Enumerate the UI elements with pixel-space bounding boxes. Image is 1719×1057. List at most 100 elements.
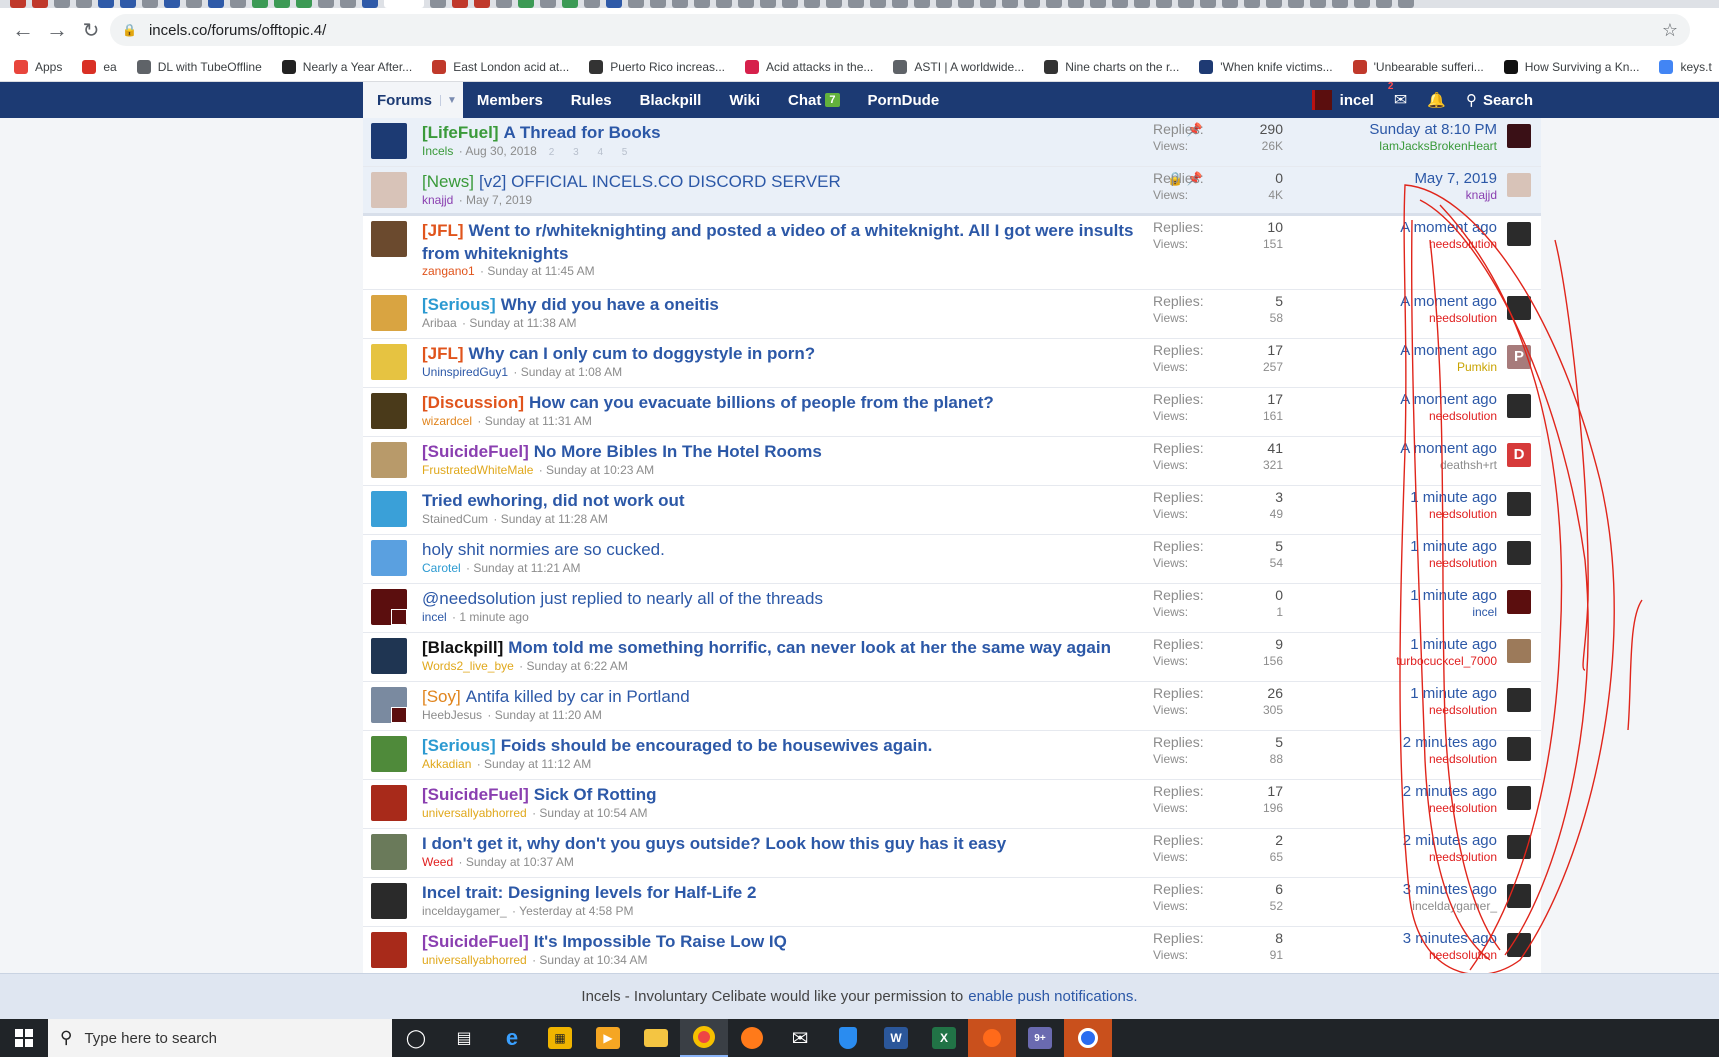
thread-prefix[interactable]: [JFL]	[422, 221, 464, 240]
thread-title[interactable]: Incel trait: Designing levels for Half-L…	[422, 881, 1142, 904]
excel-icon[interactable]: X	[920, 1019, 968, 1057]
thread-start-date[interactable]: May 7, 2019	[466, 193, 532, 207]
last-post-user[interactable]: needsolution	[1237, 850, 1497, 864]
last-post-user[interactable]: needsolution	[1237, 409, 1497, 423]
thread-page-links[interactable]: 2 3 4 5	[549, 147, 636, 158]
last-post-user[interactable]: needsolution	[1237, 237, 1497, 251]
taskbar-search-box[interactable]: ⚲ Type here to search	[48, 1019, 392, 1057]
thread-author[interactable]: HeebJesus	[422, 708, 482, 722]
thread-prefix[interactable]: [Serious]	[422, 295, 496, 314]
thread-prefix[interactable]: [SuicideFuel]	[422, 442, 529, 461]
avatar[interactable]	[371, 442, 407, 478]
reload-icon[interactable]: ↻	[74, 13, 108, 47]
last-post-user[interactable]: incel	[1237, 605, 1497, 619]
last-poster-avatar[interactable]	[1507, 688, 1531, 712]
nav-tab-porndude[interactable]: PornDude	[854, 82, 954, 118]
avatar[interactable]	[371, 221, 407, 257]
bookmark-item[interactable]: East London acid at...	[432, 59, 569, 74]
last-post-user[interactable]: knajjd	[1237, 188, 1497, 202]
bookmark-item[interactable]: Nine charts on the r...	[1044, 59, 1179, 74]
chat-app-icon[interactable]: 9+	[1016, 1019, 1064, 1057]
last-poster-avatar[interactable]	[1507, 296, 1531, 320]
thread-start-date[interactable]: Sunday at 10:34 AM	[539, 953, 647, 967]
thread-title[interactable]: [SuicideFuel] No More Bibles In The Hotel…	[422, 440, 1142, 463]
avatar[interactable]	[371, 491, 407, 527]
bookmark-item[interactable]: 'When knife victims...	[1199, 59, 1333, 74]
thread-start-date[interactable]: Aug 30, 2018	[465, 144, 536, 158]
last-post-time[interactable]: 3 minutes ago	[1237, 930, 1497, 948]
thread-start-date[interactable]: Sunday at 10:23 AM	[546, 463, 654, 477]
thread-author[interactable]: zangano1	[422, 264, 475, 278]
last-post-user[interactable]: needsolution	[1237, 556, 1497, 570]
thread-start-date[interactable]: Sunday at 11:20 AM	[495, 708, 602, 722]
last-post-user[interactable]: Pumkin	[1237, 360, 1497, 374]
last-post-time[interactable]: A moment ago	[1237, 440, 1497, 458]
thread-start-date[interactable]: Sunday at 11:12 AM	[484, 757, 591, 771]
last-post-user[interactable]: inceldaygamer_	[1237, 899, 1497, 913]
last-poster-avatar[interactable]	[1507, 639, 1531, 663]
last-poster-avatar[interactable]	[1507, 173, 1531, 197]
thread-title[interactable]: [SuicideFuel] Sick Of Rotting	[422, 783, 1142, 806]
last-poster-avatar[interactable]	[1507, 835, 1531, 859]
thread-prefix[interactable]: [Serious]	[422, 736, 496, 755]
bookmark-item[interactable]: How Surviving a Kn...	[1503, 59, 1639, 74]
avatar[interactable]	[371, 172, 407, 208]
store-icon[interactable]: ▦	[536, 1019, 584, 1057]
last-post-time[interactable]: 1 minute ago	[1237, 636, 1497, 654]
alerts-button[interactable]: 🔔	[1427, 91, 1446, 109]
thread-prefix[interactable]: [Soy]	[422, 687, 461, 706]
thread-prefix[interactable]: [Blackpill]	[422, 638, 503, 657]
file-explorer-icon[interactable]	[632, 1019, 680, 1057]
account-menu[interactable]: incel	[1311, 90, 1374, 110]
thread-prefix[interactable]: [Discussion]	[422, 393, 524, 412]
thread-prefix[interactable]: [News]	[422, 172, 474, 191]
cortana-icon[interactable]: ◯	[392, 1019, 440, 1057]
last-post-time[interactable]: 1 minute ago	[1237, 587, 1497, 605]
nav-tab-chat[interactable]: Chat 7	[774, 82, 853, 118]
thread-author[interactable]: universallyabhorred	[422, 953, 527, 967]
thread-title[interactable]: @needsolution just replied to nearly all…	[422, 587, 1142, 610]
last-poster-avatar[interactable]	[1507, 737, 1531, 761]
last-post-time[interactable]: 2 minutes ago	[1237, 832, 1497, 850]
inbox-button[interactable]: 2 ✉	[1388, 81, 1407, 110]
last-post-user[interactable]: turbocuckcel_7000	[1237, 654, 1497, 668]
thread-title[interactable]: [Serious] Foids should be encouraged to b…	[422, 734, 1142, 757]
thread-start-date[interactable]: Sunday at 11:38 AM	[469, 316, 576, 330]
thread-start-date[interactable]: Sunday at 11:21 AM	[473, 561, 580, 575]
enable-push-link[interactable]: enable push notifications.	[968, 988, 1137, 1005]
avatar[interactable]	[371, 687, 407, 723]
bookmark-item[interactable]: DL with TubeOffline	[136, 59, 262, 74]
avatar[interactable]	[371, 344, 407, 380]
avatar[interactable]	[371, 295, 407, 331]
thread-title[interactable]: [Serious] Why did you have a oneitis	[422, 293, 1142, 316]
forward-arrow-icon[interactable]: →	[40, 13, 74, 47]
firefox-icon[interactable]	[728, 1019, 776, 1057]
avatar[interactable]	[371, 589, 407, 625]
last-post-time[interactable]: A moment ago	[1237, 342, 1497, 360]
last-post-time[interactable]: 1 minute ago	[1237, 538, 1497, 556]
defender-icon[interactable]	[824, 1019, 872, 1057]
thread-author[interactable]: StainedCum	[422, 512, 488, 526]
media-player-icon[interactable]: ▶	[584, 1019, 632, 1057]
mail-icon[interactable]: ✉	[776, 1019, 824, 1057]
back-arrow-icon[interactable]: ←	[6, 13, 40, 47]
last-poster-avatar[interactable]	[1507, 124, 1531, 148]
thread-title[interactable]: [SuicideFuel] It's Impossible To Raise Lo…	[422, 930, 1142, 953]
bookmark-item[interactable]: ASTI | A worldwide...	[893, 59, 1024, 74]
thread-start-date[interactable]: Sunday at 11:31 AM	[485, 414, 592, 428]
nav-tab-members[interactable]: Members	[463, 82, 557, 118]
avatar[interactable]	[371, 123, 407, 159]
browser-tab-strip[interactable]	[0, 0, 1719, 8]
last-poster-avatar[interactable]: P	[1507, 345, 1531, 369]
thread-title[interactable]: I don't get it, why don't you guys outsi…	[422, 832, 1142, 855]
last-poster-avatar[interactable]	[1507, 933, 1531, 957]
last-post-user[interactable]: needsolution	[1237, 703, 1497, 717]
avatar[interactable]	[371, 834, 407, 870]
last-post-time[interactable]: 1 minute ago	[1237, 489, 1497, 507]
last-poster-avatar[interactable]	[1507, 394, 1531, 418]
last-post-time[interactable]: A moment ago	[1237, 219, 1497, 237]
last-post-user[interactable]: needsolution	[1237, 752, 1497, 766]
thread-title[interactable]: [News] [v2] OFFICIAL INCELS.CO DISCORD SE…	[422, 170, 1142, 193]
last-post-time[interactable]: May 7, 2019	[1237, 170, 1497, 188]
thread-start-date[interactable]: Sunday at 11:28 AM	[501, 512, 608, 526]
